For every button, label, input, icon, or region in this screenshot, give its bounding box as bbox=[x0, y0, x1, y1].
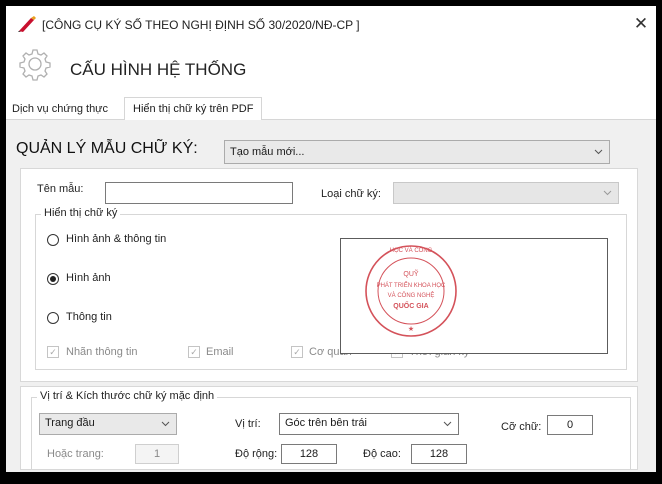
tab-bar: Dịch vụ chứng thực Hiển thị chữ ký trên … bbox=[6, 96, 656, 121]
tab-certification-service[interactable]: Dịch vụ chứng thực bbox=[8, 100, 112, 120]
radio-image-and-info-label: Hình ảnh & thông tin bbox=[66, 233, 167, 245]
position-select[interactable]: Góc trên bên trái bbox=[279, 413, 459, 435]
signature-pen-icon bbox=[18, 16, 36, 32]
position-label: Vị trí: bbox=[235, 418, 261, 430]
title-bar: [CÔNG CỤ KÝ SỐ THEO NGHỊ ĐỊNH SỐ 30/2020… bbox=[6, 6, 656, 42]
checkbox-info-label-text: Nhãn thông tin bbox=[66, 346, 138, 358]
type-label: Loại chữ ký: bbox=[321, 188, 381, 200]
checkbox-info-label[interactable]: ✓ bbox=[47, 346, 59, 358]
stamp-line3: VÀ CÔNG NGHỆ bbox=[388, 291, 435, 299]
close-button[interactable]: ✕ bbox=[628, 12, 654, 36]
chevron-down-icon bbox=[161, 421, 170, 427]
stamp-image: HỌC VÀ CÔNG QUỸ PHÁT TRIỂN KHOA HỌC VÀ C… bbox=[365, 245, 457, 337]
page-select-value: Trang đầu bbox=[45, 417, 95, 429]
radio-info[interactable] bbox=[47, 312, 59, 324]
signature-type-select[interactable] bbox=[393, 182, 619, 204]
radio-image-label: Hình ảnh bbox=[66, 272, 111, 284]
name-label: Tên mẫu: bbox=[37, 183, 84, 195]
position-select-value: Góc trên bên trái bbox=[285, 417, 367, 429]
stamp-line2: PHÁT TRIỂN KHOA HỌC bbox=[377, 282, 446, 289]
radio-info-label: Thông tin bbox=[66, 311, 112, 323]
display-group-legend: Hiển thị chữ ký bbox=[41, 207, 121, 219]
width-input[interactable]: 128 bbox=[281, 444, 337, 464]
radio-image-and-info[interactable] bbox=[47, 234, 59, 246]
checkbox-organization[interactable]: ✓ bbox=[291, 346, 303, 358]
checkbox-email-text: Email bbox=[206, 346, 234, 358]
tab-pdf-signature-display[interactable]: Hiển thị chữ ký trên PDF bbox=[124, 97, 263, 121]
position-section: Vị trí & Kích thước chữ ký mặc định Tran… bbox=[20, 386, 638, 470]
checkbox-email[interactable]: ✓ bbox=[188, 346, 200, 358]
stamp-line4: QUỐC GIA bbox=[393, 300, 428, 310]
width-label: Độ rộng: bbox=[235, 448, 278, 460]
window-title: [CÔNG CỤ KÝ SỐ THEO NGHỊ ĐỊNH SỐ 30/2020… bbox=[42, 18, 360, 32]
stamp-line1: QUỸ bbox=[403, 269, 419, 278]
or-page-input[interactable]: 1 bbox=[135, 444, 179, 464]
signature-preview: HỌC VÀ CÔNG QUỸ PHÁT TRIỂN KHOA HỌC VÀ C… bbox=[340, 238, 608, 354]
svg-text:★: ★ bbox=[408, 325, 414, 333]
stamp-top-text: HỌC VÀ CÔNG bbox=[390, 247, 433, 254]
page-select[interactable]: Trang đầu bbox=[39, 413, 177, 435]
or-page-label: Hoặc trang: bbox=[47, 448, 104, 460]
height-label: Độ cao: bbox=[363, 448, 401, 460]
template-select[interactable]: Tạo mẫu mới... bbox=[224, 140, 610, 164]
template-manager-label: QUẢN LÝ MẪU CHỮ KÝ: bbox=[16, 140, 198, 157]
chevron-down-icon bbox=[594, 149, 603, 155]
font-size-input[interactable]: 0 bbox=[547, 415, 593, 435]
position-group-legend: Vị trí & Kích thước chữ ký mặc định bbox=[37, 390, 218, 402]
font-size-label: Cỡ chữ: bbox=[501, 421, 542, 433]
app-window: [CÔNG CỤ KÝ SỐ THEO NGHỊ ĐỊNH SỐ 30/2020… bbox=[6, 6, 656, 472]
chevron-down-icon bbox=[603, 190, 612, 196]
template-select-value: Tạo mẫu mới... bbox=[230, 146, 305, 158]
page-title: CẤU HÌNH HỆ THỐNG bbox=[70, 60, 247, 79]
tab-panel: QUẢN LÝ MẪU CHỮ KÝ: Tạo mẫu mới... Tên m… bbox=[6, 120, 656, 472]
gear-icon bbox=[19, 49, 51, 81]
chevron-down-icon bbox=[443, 421, 452, 427]
radio-image[interactable] bbox=[47, 273, 59, 285]
template-name-input[interactable] bbox=[105, 182, 293, 204]
header: CẤU HÌNH HỆ THỐNG bbox=[6, 42, 656, 96]
height-input[interactable]: 128 bbox=[411, 444, 467, 464]
